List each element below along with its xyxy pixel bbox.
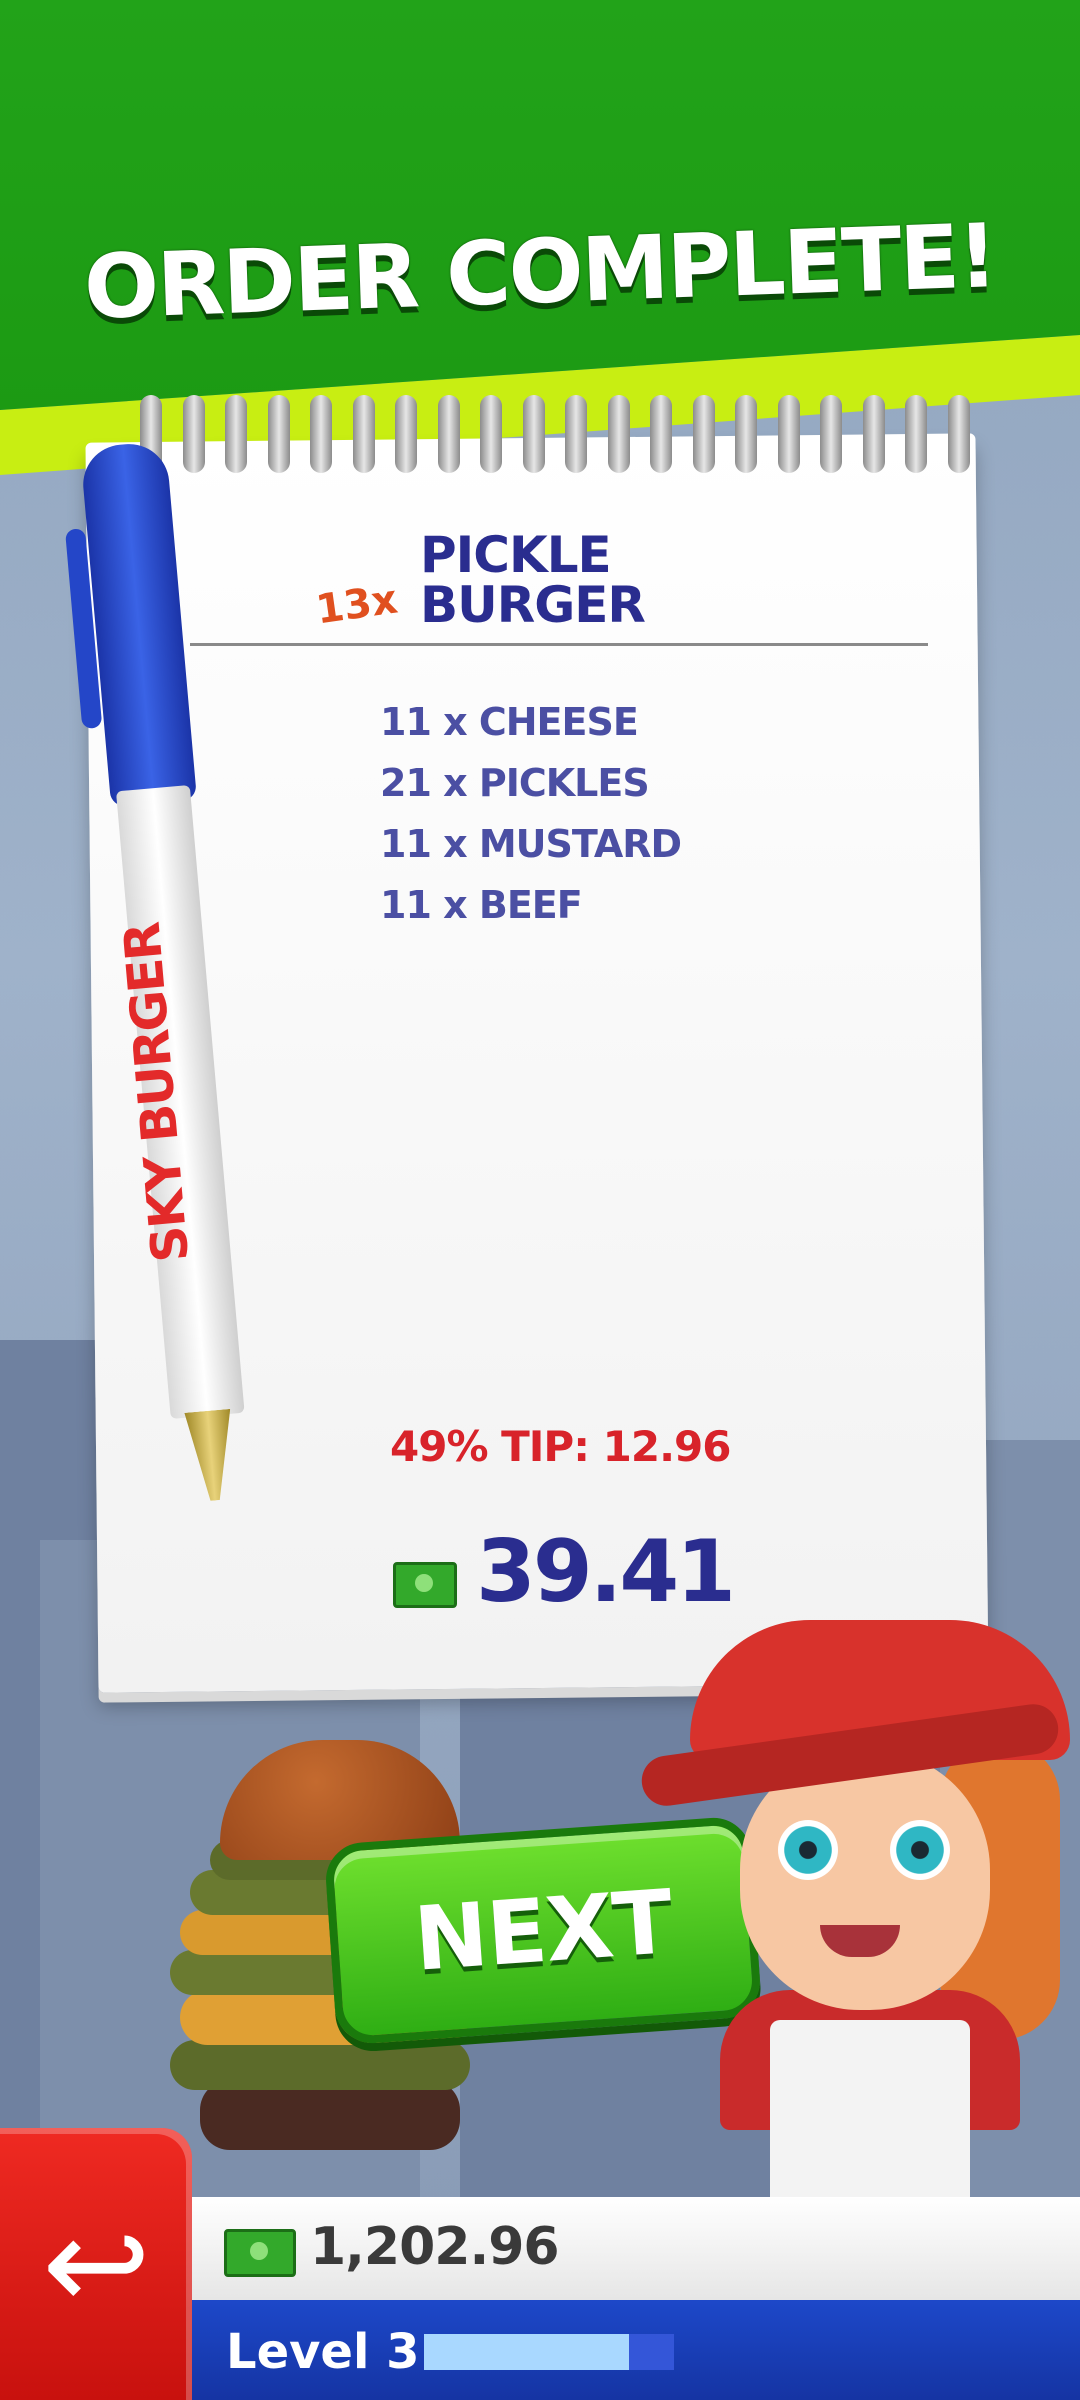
pen-tip xyxy=(184,1409,238,1503)
ingredient-item: 11 x CHEESE xyxy=(380,700,639,744)
back-button[interactable]: ↪ xyxy=(0,2128,192,2400)
back-arrow-icon: ↪ xyxy=(41,2188,151,2340)
tip-amount: 49% TIP: 12.96 xyxy=(390,1422,731,1471)
level-label: Level 3 xyxy=(226,2324,420,2380)
notepad-divider xyxy=(190,643,928,646)
level-number: 3 xyxy=(386,2324,420,2380)
level-progress-track xyxy=(424,2334,674,2370)
balance-amount: 1,202.96 xyxy=(310,2217,560,2277)
ingredient-item: 21 x PICKLES xyxy=(380,761,650,805)
burger-name-line2: BURGER xyxy=(420,576,646,634)
order-total: 39.41 xyxy=(476,1522,736,1622)
level-progress-fill xyxy=(424,2334,629,2370)
cash-icon xyxy=(224,2229,296,2277)
level-bar: Level 3 xyxy=(192,2300,1080,2400)
cash-icon xyxy=(393,1562,457,1608)
ingredient-item: 11 x MUSTARD xyxy=(380,822,682,866)
ingredient-item: 11 x BEEF xyxy=(380,883,583,927)
balance-bar: 1,202.96 xyxy=(192,2197,1080,2300)
burger-name-line1: PICKLE xyxy=(420,526,612,584)
notepad-spiral-rings xyxy=(140,395,970,475)
pen-cap xyxy=(79,440,197,807)
ingredient-list: 11 x CHEESE 21 x PICKLES 11 x MUSTARD 11… xyxy=(380,700,682,944)
burger-name: PICKLE BURGER xyxy=(420,530,720,630)
